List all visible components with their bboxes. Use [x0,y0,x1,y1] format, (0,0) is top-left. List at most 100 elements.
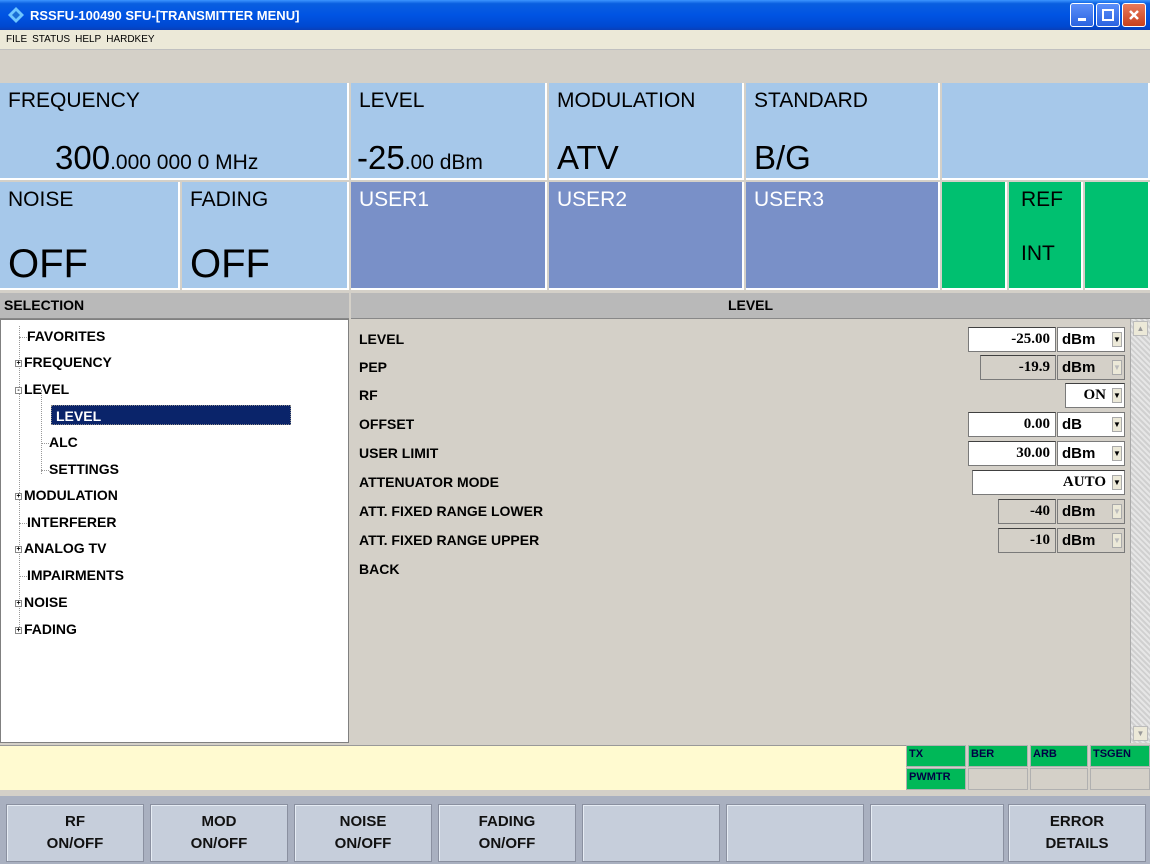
tree-item-favorites[interactable]: FAVORITES [19,326,105,346]
selection-tree: FAVORITES + FREQUENCY - LEVEL LEVEL ALC SE… [0,319,349,743]
error-details-softkey[interactable]: ERROR DETAILS [1008,804,1146,862]
tree-item-noise[interactable]: + NOISE [15,592,68,612]
softkey-7[interactable] [870,804,1004,862]
expand-icon[interactable]: + [15,359,22,367]
dropdown-arrow-icon[interactable]: ▼ [1112,446,1122,461]
collapse-icon[interactable]: - [15,386,22,394]
frequency-field[interactable]: FREQUENCY 300.000 000 0 MHz [0,83,349,180]
tree-item-alc[interactable]: ALC [41,432,78,452]
standard-field[interactable]: STANDARD B/G [746,83,940,180]
dropdown-arrow-icon: ▼ [1112,533,1122,548]
menu-status[interactable]: STATUS [32,34,70,45]
fading-onoff-softkey[interactable]: FADING ON/OFF [438,804,576,862]
selection-title: SELECTION [0,293,349,319]
user1-label: USER1 [359,188,430,211]
maximize-button[interactable] [1096,3,1120,27]
softkey-5[interactable] [582,804,720,862]
noise-onoff-softkey[interactable]: NOISE ON/OFF [294,804,432,862]
tree-item-fading[interactable]: + FADING [15,619,77,639]
indicator-empty [1030,768,1088,790]
dropdown-arrow-icon: ▼ [1112,360,1122,375]
tree-item-impairments[interactable]: IMPAIRMENTS [19,565,124,585]
level-panel: LEVEL -25.00 dBm ▼ PEP -19.9 dBm ▼ RF ON ▼ … [351,319,1130,743]
user-limit-input[interactable]: 30.00 [968,441,1056,466]
fading-field[interactable]: FADING OFF [182,182,349,290]
dropdown-arrow-icon[interactable]: ▼ [1112,332,1122,347]
tsgen-indicator: TSGEN [1090,745,1150,767]
tree-item-level-level[interactable]: LEVEL [51,405,291,425]
scroll-up-icon[interactable]: ▲ [1133,321,1148,336]
expand-icon[interactable]: + [15,492,22,500]
tree-item-frequency[interactable]: + FREQUENCY [15,352,112,372]
menu-help[interactable]: HELP [75,34,101,45]
status-green-right [1085,182,1150,290]
user3-button[interactable]: USER3 [746,182,940,290]
ref-value: INT [1021,242,1055,265]
dropdown-arrow-icon[interactable]: ▼ [1112,475,1122,490]
tree-item-level[interactable]: - LEVEL [15,379,69,399]
att-lower-unit: dBm ▼ [1057,499,1125,524]
frequency-value: 300.000 000 0 MHz [55,139,259,176]
param-att-upper-label: ATT. FIXED RANGE UPPER [359,532,540,548]
standard-label: STANDARD [754,89,868,112]
user-limit-unit-select[interactable]: dBm ▼ [1057,441,1125,466]
level-panel-title: LEVEL [351,293,1150,319]
header-empty-cell [942,83,1150,180]
scroll-down-icon[interactable]: ▼ [1133,726,1148,741]
pep-unit: dBm ▼ [1057,355,1125,380]
fading-value: OFF [190,242,270,286]
menu-file[interactable]: FILE [6,34,27,45]
dropdown-arrow-icon[interactable]: ▼ [1112,417,1122,432]
expand-icon[interactable]: + [15,545,22,553]
modulation-label: MODULATION [557,89,696,112]
rf-select[interactable]: ON ▼ [1065,383,1125,408]
level-value: -25.00 dBm [357,139,483,176]
offset-unit-select[interactable]: dB ▼ [1057,412,1125,437]
standard-value: B/G [754,139,811,176]
noise-field[interactable]: NOISE OFF [0,182,180,290]
mod-onoff-softkey[interactable]: MOD ON/OFF [150,804,288,862]
app-icon [8,7,24,23]
param-user-limit-label: USER LIMIT [359,445,439,461]
tx-indicator: TX [906,745,966,767]
user1-button[interactable]: USER1 [351,182,547,290]
ref-field[interactable]: REF INT [1009,182,1083,290]
param-att-mode-label: ATTENUATOR MODE [359,474,499,490]
expand-icon[interactable]: + [15,599,22,607]
indicator-empty [968,768,1028,790]
offset-input[interactable]: 0.00 [968,412,1056,437]
frequency-label: FREQUENCY [8,89,140,112]
softkey-bar: RF ON/OFF MOD ON/OFF NOISE ON/OFF FADING ON/… [0,796,1150,864]
window-title: RSSFU-100490 SFU-[TRANSMITTER MENU] [30,7,300,23]
user3-label: USER3 [754,188,825,211]
dropdown-arrow-icon[interactable]: ▼ [1112,388,1122,403]
level-scrollbar[interactable]: ▲ ▼ [1130,319,1150,743]
maximize-icon [1102,9,1114,21]
tree-item-settings[interactable]: SETTINGS [41,459,119,479]
level-unit-select[interactable]: dBm ▼ [1057,327,1125,352]
indicator-empty [1090,768,1150,790]
noise-value: OFF [8,242,88,286]
arb-indicator: ARB [1030,745,1088,767]
user2-button[interactable]: USER2 [549,182,744,290]
att-mode-select[interactable]: AUTO ▼ [972,470,1125,495]
level-label: LEVEL [359,89,425,112]
menu-hardkey[interactable]: HARDKEY [106,34,154,45]
pwmtr-indicator: PWMTR [906,768,966,790]
tree-item-interferer[interactable]: INTERFERER [19,512,116,532]
minimize-button[interactable] [1070,3,1094,27]
close-icon [1129,10,1139,20]
back-item[interactable]: BACK [359,561,399,577]
tree-item-modulation[interactable]: + MODULATION [15,485,118,505]
dropdown-arrow-icon: ▼ [1112,504,1122,519]
tree-item-analog-tv[interactable]: + ANALOG TV [15,538,106,558]
expand-icon[interactable]: + [15,626,22,634]
level-input[interactable]: -25.00 [968,327,1056,352]
modulation-field[interactable]: MODULATION ATV [549,83,744,180]
info-line [0,745,906,790]
close-button[interactable] [1122,3,1146,27]
rf-onoff-softkey[interactable]: RF ON/OFF [6,804,144,862]
level-field[interactable]: LEVEL -25.00 dBm [351,83,547,180]
softkey-6[interactable] [726,804,864,862]
user2-label: USER2 [557,188,628,211]
